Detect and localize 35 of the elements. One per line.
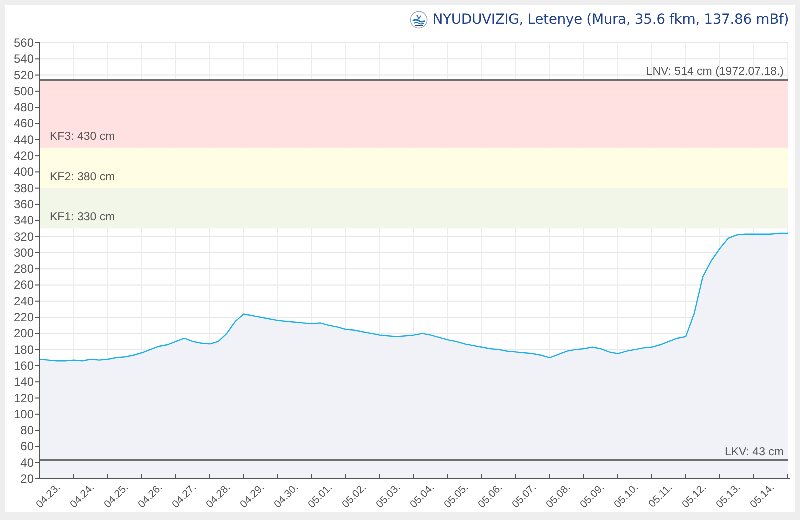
y-axis-label: 40	[20, 456, 34, 470]
y-axis-label: 540	[14, 52, 34, 66]
threshold-label: LNV: 514 cm (1972.07.18.)	[646, 66, 784, 78]
y-axis-label: 380	[14, 181, 34, 196]
threshold-label: LKV: 43 cm	[724, 446, 784, 458]
y-axis-label: 80	[20, 424, 34, 438]
y-axis-label: 480	[14, 100, 34, 115]
y-axis-label: 340	[14, 214, 34, 228]
y-axis-label: 280	[14, 262, 34, 276]
band-label: KF2: 380 cm	[50, 171, 116, 184]
y-axis-label: 360	[14, 197, 34, 212]
logo-icon	[410, 11, 428, 29]
y-axis-label: 60	[20, 440, 34, 454]
y-axis-label: 180	[14, 342, 34, 357]
y-axis-label: 300	[14, 246, 34, 260]
y-axis-label: 20	[20, 472, 34, 486]
y-axis-label: 460	[14, 116, 34, 131]
band-label: KF3: 430 cm	[50, 130, 116, 143]
y-axis-label: 520	[14, 68, 34, 82]
band-label: KF1: 330 cm	[50, 212, 116, 224]
y-axis-label: 500	[14, 84, 34, 98]
y-axis-label: 420	[14, 149, 34, 164]
y-axis-label: 440	[14, 132, 34, 147]
y-axis-label: 320	[14, 230, 34, 244]
y-axis-label: 220	[14, 310, 34, 325]
chart-title: NYUDUVIZIG, Letenye (Mura, 35.6 fkm, 137.86 mBf)	[432, 12, 789, 28]
y-axis-label: 260	[14, 278, 34, 292]
y-axis-label: 240	[14, 294, 34, 308]
y-axis-label: 160	[14, 358, 34, 373]
y-axis-label: 560	[14, 36, 34, 50]
y-axis-label: 140	[14, 375, 34, 390]
y-axis-label: 120	[14, 391, 34, 406]
y-axis-label: 100	[14, 407, 34, 422]
y-axis-label: 200	[14, 326, 34, 341]
y-axis-label: 400	[14, 165, 34, 180]
